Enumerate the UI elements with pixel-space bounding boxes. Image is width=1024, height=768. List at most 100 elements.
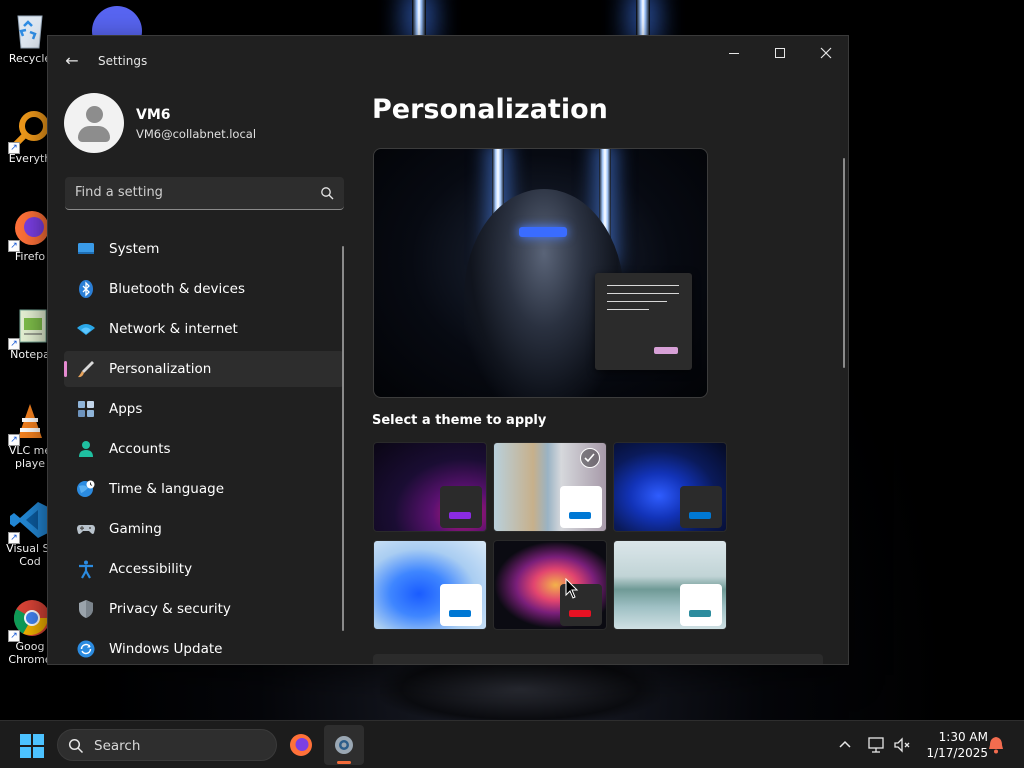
preview-line (607, 285, 679, 286)
theme-accent-swatch (449, 610, 471, 617)
nav-item-gaming[interactable]: Gaming (64, 511, 344, 547)
wallpaper-saber-left (412, 0, 426, 40)
nav-item-accounts[interactable]: Accounts (64, 431, 344, 467)
nav-item-privacy[interactable]: Privacy & security (64, 591, 344, 627)
nav-item-windows-update[interactable]: Windows Update (64, 631, 344, 664)
minimize-button[interactable] (711, 36, 757, 70)
mouse-cursor-icon (565, 578, 579, 599)
back-button[interactable]: ← (58, 48, 86, 72)
recycle-bin-icon (8, 8, 52, 52)
desktop-icon-label-line2: Cod (19, 555, 41, 568)
wifi-icon (77, 324, 95, 335)
themes-grid (373, 442, 733, 634)
themes-heading: Select a theme to apply (372, 413, 547, 428)
theme-sample-window (680, 486, 722, 528)
theme-tile[interactable] (373, 540, 487, 630)
windows-logo-icon (33, 734, 44, 745)
user-profile[interactable]: VM6 VM6@collabnet.local (64, 93, 344, 155)
settings-nav: System Bluetooth & devices Network & int… (64, 231, 344, 664)
find-setting-input[interactable] (75, 177, 305, 208)
preview-line (607, 301, 667, 302)
preview-sample-window (595, 273, 692, 370)
bluetooth-icon (79, 280, 93, 298)
taskbar: Search 1:30 AM 1/17/2025 (0, 720, 1024, 768)
search-icon (68, 738, 84, 754)
volume-muted-icon[interactable] (892, 735, 912, 755)
notepad-icon: ↗ (8, 304, 52, 350)
taskbar-search[interactable]: Search (57, 729, 277, 761)
title-bar[interactable]: ← Settings (48, 36, 848, 84)
accounts-icon (79, 441, 93, 457)
windows-logo-icon (20, 734, 31, 745)
user-email: VM6@collabnet.local (136, 127, 257, 141)
windows-update-icon (77, 640, 95, 658)
theme-tile[interactable] (613, 540, 727, 630)
nav-item-label: System (109, 241, 160, 257)
settings-window: ← Settings VM6 VM6@collabnet.local Syst (47, 35, 849, 665)
desktop-icon-label: Recycle (8, 52, 52, 65)
chrome-icon: ↗ (8, 596, 52, 642)
nav-item-time-language[interactable]: Time & language (64, 471, 344, 507)
paintbrush-icon (78, 361, 94, 378)
nav-item-label: Gaming (109, 521, 162, 537)
nav-item-label: Privacy & security (109, 601, 231, 617)
settings-gear-icon (335, 736, 353, 754)
avatar-head (86, 106, 103, 123)
theme-tile[interactable] (493, 540, 607, 630)
nav-item-system[interactable]: System (64, 231, 344, 267)
nav-item-label: Apps (109, 401, 143, 417)
notification-bell-icon[interactable] (987, 735, 1005, 755)
nav-item-network[interactable]: Network & internet (64, 311, 344, 347)
theme-preview (373, 148, 708, 398)
nav-item-label: Network & internet (109, 321, 238, 337)
preview-line (607, 309, 649, 310)
clock-time: 1:30 AM (938, 730, 988, 744)
preview-line (607, 293, 679, 294)
shortcut-arrow-icon: ↗ (8, 630, 20, 642)
theme-sample-window (440, 486, 482, 528)
window-title: Settings (98, 54, 148, 68)
system-clock[interactable]: 1:30 AM 1/17/2025 (918, 729, 988, 761)
desktop-icon-label-line2: playe (14, 457, 46, 470)
taskbar-app-settings[interactable] (324, 725, 364, 765)
theme-tile-selected[interactable] (493, 442, 607, 532)
vlc-icon: ↗ (8, 400, 52, 446)
windows-logo-icon (20, 747, 31, 758)
find-setting-box[interactable] (65, 177, 344, 210)
shortcut-arrow-icon: ↗ (8, 240, 20, 252)
content-scrollbar[interactable] (843, 158, 845, 368)
theme-accent-swatch (449, 512, 471, 519)
back-arrow-icon: ← (65, 50, 79, 70)
nav-item-accessibility[interactable]: Accessibility (64, 551, 344, 587)
nav-item-label: Time & language (109, 481, 225, 497)
theme-accent-swatch (689, 512, 711, 519)
theme-tile[interactable] (613, 442, 727, 532)
taskbar-app-firefox[interactable] (281, 725, 321, 765)
theme-accent-swatch (689, 610, 711, 617)
theme-sample-window (680, 584, 722, 626)
user-name: VM6 (136, 107, 171, 123)
next-settings-card[interactable] (373, 654, 823, 664)
theme-sample-window (560, 486, 602, 528)
firefox-icon: ↗ (8, 206, 52, 252)
maximize-button[interactable] (757, 36, 803, 70)
nav-item-label: Bluetooth & devices (109, 281, 246, 297)
system-display-icon (78, 243, 94, 254)
nav-item-personalization[interactable]: Personalization (64, 351, 344, 387)
globe-clock-icon (77, 480, 95, 497)
wallpaper-saber-right (636, 0, 650, 40)
selected-check-icon (580, 448, 600, 468)
chevron-up-icon[interactable] (837, 737, 853, 753)
nav-item-bluetooth[interactable]: Bluetooth & devices (64, 271, 344, 307)
page-title: Personalization (372, 94, 608, 125)
theme-accent-swatch (569, 610, 591, 617)
close-button[interactable] (803, 36, 848, 70)
windows-logo-icon (33, 747, 44, 758)
start-button[interactable] (20, 734, 44, 758)
nav-scrollbar[interactable] (342, 246, 344, 631)
shortcut-arrow-icon: ↗ (8, 434, 20, 446)
network-icon[interactable] (866, 735, 886, 755)
nav-item-apps[interactable]: Apps (64, 391, 344, 427)
avatar-body (78, 126, 110, 142)
theme-tile[interactable] (373, 442, 487, 532)
